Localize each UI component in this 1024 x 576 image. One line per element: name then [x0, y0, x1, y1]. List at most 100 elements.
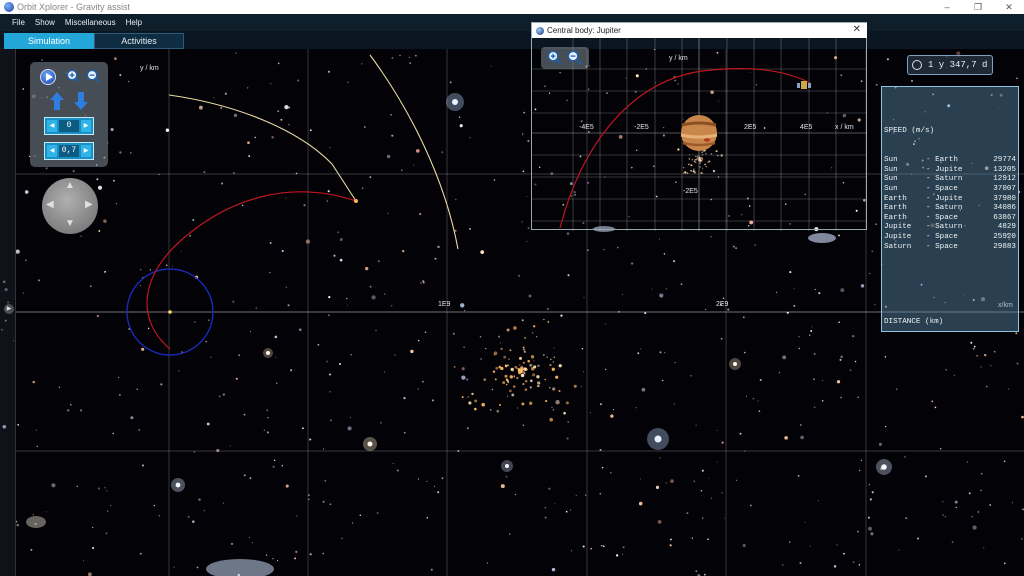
space-canvas[interactable]: y / km 1E9 2E9 x/km [0, 49, 1024, 576]
speed-body-b: - Saturn [926, 204, 963, 213]
speed-header: SPEED (m/s) [884, 127, 935, 136]
central-x-tick-3: 2E5 [744, 124, 757, 131]
minimize-button[interactable]: – [932, 0, 962, 14]
central-x-tick-2: -2E5 [634, 124, 649, 131]
central-x-tick-1: -4E5 [579, 124, 594, 131]
speed-body-b: - Saturn [926, 175, 963, 184]
speed-row: Sun - Jupite 13205 [884, 166, 1016, 176]
pan-control-pad[interactable]: ▲ ▼ ◀ ▶ [42, 178, 98, 234]
simulation-view[interactable]: y / km 1E9 2E9 x/km [0, 49, 1024, 576]
speed-body-a: Earth [884, 194, 907, 203]
speed-value: 37007 [993, 184, 1016, 193]
tab-bar: Simulation Activities [0, 31, 1024, 49]
menu-help[interactable]: Help [126, 18, 142, 27]
central-zoom-out-icon[interactable] [567, 50, 582, 65]
speed-increase-button[interactable]: ▶ [81, 145, 91, 157]
pan-up-icon[interactable]: ▲ [65, 180, 75, 191]
speed-value: 25920 [993, 232, 1016, 241]
window-title: Orbit Xplorer - Gravity assist [17, 2, 131, 12]
play-button[interactable] [40, 69, 56, 85]
sun-marker [168, 310, 172, 314]
speed-decrease-button[interactable]: ◀ [47, 145, 57, 157]
simulation-controls: ◀ 0 ▶ ◀ 0,7 ▶ [30, 62, 108, 167]
speed-row: Earth - Saturn 34086 [884, 204, 1016, 214]
speed-body-a: Earth [884, 213, 907, 222]
speed-section: SPEED (m/s) Sun - Earth 29774 Sun - Jupite 13… [884, 108, 1016, 271]
step-decrease-button[interactable]: ◀ [47, 120, 57, 132]
speed-body-b: - Space [926, 232, 958, 241]
menu-miscellaneous[interactable]: Miscellaneous [65, 18, 116, 27]
speed-body-a: Sun [884, 156, 898, 165]
speed-value: 29774 [993, 156, 1016, 165]
central-window-titlebar[interactable]: Central body: Jupiter ✕ [532, 23, 867, 38]
speed-value[interactable]: 0,7 [59, 145, 79, 157]
zoom-in-icon[interactable] [66, 69, 81, 84]
speed-up-arrow-icon[interactable] [50, 92, 64, 110]
central-zoom-controls [541, 47, 589, 69]
distance-header: DISTANCE (km) [884, 317, 944, 326]
tab-simulation[interactable]: Simulation [4, 33, 94, 49]
speed-stepper[interactable]: ◀ 0,7 ▶ [44, 142, 94, 160]
central-x-tick-4: 4E5 [800, 124, 813, 131]
expand-panel-icon[interactable]: ▶ [4, 304, 14, 314]
spacecraft-marker [354, 199, 358, 203]
speed-row: Earth - Jupite 37980 [884, 195, 1016, 205]
central-window-title: Central body: Jupiter [547, 26, 621, 35]
side-panel-toggle[interactable]: ▶ [0, 49, 16, 576]
central-window-close-icon[interactable]: ✕ [853, 24, 861, 35]
speed-value: 12912 [993, 175, 1016, 184]
spacecraft-trail-outbound [168, 94, 357, 202]
main-x-tick-2: 2E9 [716, 301, 729, 308]
pan-left-icon[interactable]: ◀ [46, 199, 54, 210]
step-value[interactable]: 0 [59, 120, 79, 132]
relative-data-panel: SPEED (m/s) Sun - Earth 29774 Sun - Jupite 13… [881, 86, 1019, 332]
saturn-orbit-arc [369, 54, 459, 250]
speed-body-b: - Saturn [926, 223, 963, 232]
speed-body-b: - Space [926, 184, 958, 193]
speed-row: Sun - Saturn 12912 [884, 175, 1016, 185]
speed-body-a: Sun [884, 184, 898, 193]
speed-body-b: - Space [926, 242, 958, 251]
speed-row: Earth - Space 63867 [884, 214, 1016, 224]
pan-down-icon[interactable]: ▼ [65, 218, 75, 229]
speed-body-b: - Space [926, 213, 958, 222]
menu-show[interactable]: Show [35, 18, 55, 27]
central-zoom-in-icon[interactable] [547, 50, 562, 65]
elapsed-time-display: 1 y 347,7 d [907, 55, 993, 75]
stopwatch-icon [912, 60, 922, 70]
central-y-axis-label: y / km [669, 55, 688, 62]
speed-body-a: Jupite [884, 232, 912, 241]
main-grid [16, 49, 1024, 576]
speed-value: 29883 [993, 242, 1016, 251]
jupiter-planet [680, 115, 718, 151]
speed-body-a: Jupite [884, 223, 912, 232]
close-window-button[interactable]: ✕ [994, 0, 1024, 14]
speed-body-b: - Earth [926, 156, 958, 165]
speed-row: Sun - Space 37007 [884, 185, 1016, 195]
menu-file[interactable]: File [12, 18, 25, 27]
distance-section: DISTANCE (km) Sun- Earth1,49E8Sun- Jupit… [884, 298, 1016, 331]
starfield-background [0, 49, 1024, 576]
speed-row: Jupite - Saturn 4829 [884, 223, 1016, 233]
speed-down-arrow-icon[interactable] [74, 92, 88, 110]
tab-activities[interactable]: Activities [94, 33, 184, 49]
speed-body-a: Sun [884, 165, 898, 174]
speed-body-a: Sun [884, 175, 898, 184]
main-y-axis-label: y / km [140, 65, 159, 72]
speed-body-b: - Jupite [926, 165, 963, 174]
step-increase-button[interactable]: ▶ [81, 120, 91, 132]
speed-value: 63867 [993, 213, 1016, 222]
central-y-tick-1: -2E5 [683, 188, 698, 195]
speed-row: Jupite - Space 25920 [884, 233, 1016, 243]
spacecraft-flyby-path [559, 68, 811, 229]
zoom-out-icon[interactable] [86, 69, 101, 84]
speed-body-a: Earth [884, 204, 907, 213]
step-stepper[interactable]: ◀ 0 ▶ [44, 117, 94, 135]
speed-body-b: - Jupite [926, 194, 963, 203]
maximize-button[interactable]: ❐ [963, 0, 993, 14]
pan-right-icon[interactable]: ▶ [85, 199, 93, 210]
central-x-axis-label: x / km [835, 124, 854, 131]
speed-value: 4829 [997, 223, 1016, 232]
app-icon [4, 2, 14, 12]
speed-value: 37980 [993, 194, 1016, 203]
